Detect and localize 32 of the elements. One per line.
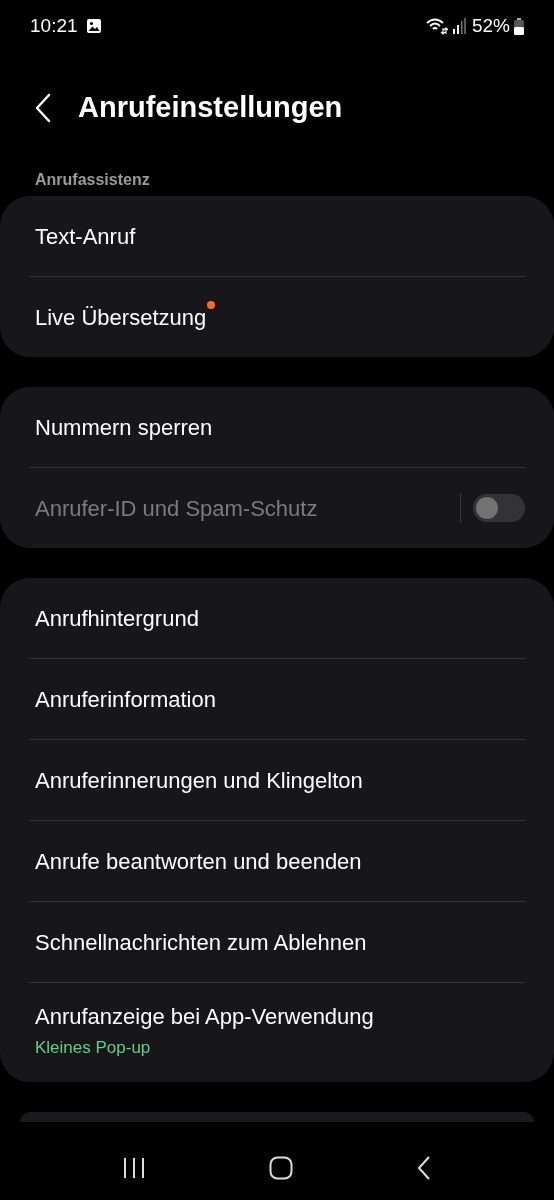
status-time: 10:21 (30, 13, 78, 38)
settings-row[interactable]: Live Übersetzung (29, 277, 525, 357)
home-icon[interactable] (269, 1155, 293, 1180)
image-icon (85, 18, 102, 34)
settings-row[interactable]: Text-Anruf (29, 196, 525, 276)
settings-row[interactable]: Nummern sperren (29, 387, 525, 467)
row-title: Anrufhintergrund (35, 604, 199, 633)
battery-percent: 52% (471, 13, 510, 38)
settings-row[interactable]: Schnellnachrichten zum Ablehnen (29, 902, 525, 982)
battery-icon (514, 17, 524, 35)
back-icon[interactable] (34, 93, 52, 123)
row-title: Schnellnachrichten zum Ablehnen (35, 928, 367, 957)
row-title: Nummern sperren (35, 413, 213, 442)
section-label: Anrufassistenz (34, 170, 151, 190)
back-icon[interactable] (416, 1155, 433, 1180)
settings-row[interactable]: Anruferinformation (29, 659, 525, 739)
row-title: Anruferinformation (35, 685, 216, 714)
row-title: Anrufer-ID und Spam-Schutz (35, 494, 318, 523)
recent-apps-icon[interactable] (121, 1155, 146, 1180)
row-title: Text-Anruf (35, 222, 136, 251)
row-title: Anrufanzeige bei App-Verwendung (35, 1003, 374, 1032)
settings-row[interactable]: Anrufanzeige bei App-Verwendung Kleines Pop-up (29, 983, 525, 1082)
page-title: Anrufeinstellungen (78, 90, 343, 126)
row-title: Anruferinnerungen und Klingelton (35, 766, 363, 795)
settings-row[interactable]: Anrufhintergrund (29, 578, 525, 658)
wifi-icon (425, 17, 448, 35)
row-subtitle: Kleines Pop-up (35, 1037, 152, 1060)
settings-row[interactable]: Anrufe beantworten und beenden (29, 821, 525, 901)
row-title: Live Übersetzung (35, 303, 207, 332)
row-title: Anrufe beantworten und beenden (35, 847, 362, 876)
signal-icon (451, 18, 466, 34)
settings-row[interactable]: Anruferinnerungen und Klingelton (29, 740, 525, 820)
